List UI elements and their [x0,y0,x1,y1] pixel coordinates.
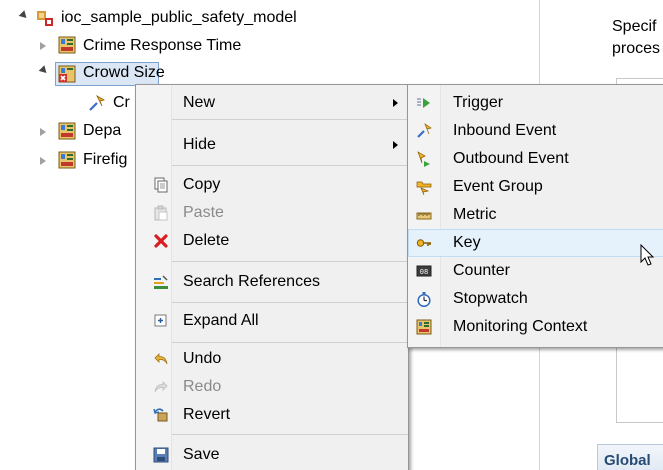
search-references-icon [154,275,168,289]
submenu-item-label: Metric [453,206,497,223]
details-text-line: proces [612,40,661,57]
tree-twisty-collapsed[interactable] [40,128,46,136]
menu-item-label: Delete [183,232,230,249]
monitoring-context-icon [58,151,76,169]
menu-separator [172,434,408,435]
submenu-item-stopwatch[interactable]: Stopwatch [408,285,663,313]
menu-item-label: Save [183,446,220,463]
mouse-cursor-icon [640,244,655,266]
tree-twisty-collapsed[interactable] [40,42,46,50]
monitoring-context-icon [58,36,76,54]
menu-item-expand-all[interactable]: Expand All [136,307,408,335]
menu-item-save[interactable]: Save [136,441,408,469]
stopwatch-icon [417,292,431,307]
tree-twisty-expanded[interactable] [38,65,50,76]
menu-item-delete[interactable]: Delete [136,227,408,255]
menu-item-redo[interactable]: Redo [136,373,408,401]
redo-icon [154,381,168,393]
trigger-icon [417,98,430,108]
delete-icon [154,234,168,248]
expand-all-icon [154,314,167,327]
submenu-arrow-icon [393,99,398,107]
new-submenu: Trigger Inbound Event Outbound Event Eve… [407,84,663,348]
submenu-item-trigger[interactable]: Trigger [408,89,663,117]
submenu-item-label: Trigger [453,94,504,111]
metric-icon [416,212,432,220]
inbound-event-tree-icon [89,94,106,111]
menu-item-search-references[interactable]: Search References [136,268,408,296]
menu-separator [172,342,408,343]
submenu-item-monitoring-context[interactable]: Monitoring Context [408,313,663,341]
svg-text:08: 08 [420,269,428,277]
menu-separator [172,261,408,262]
submenu-item-label: Inbound Event [453,122,557,139]
tree-item-label[interactable]: Firefig [83,150,127,170]
submenu-item-label: Key [453,234,481,251]
submenu-item-event-group[interactable]: Event Group [408,173,663,201]
inbound-event-icon [417,123,432,138]
tree-twisty-collapsed[interactable] [40,157,46,165]
monitoring-context-icon [416,319,432,335]
submenu-item-label: Stopwatch [453,290,528,307]
submenu-item-label: Event Group [453,178,543,195]
menu-item-new[interactable]: New [136,89,408,117]
menu-item-label: Hide [183,136,216,153]
outbound-event-icon [417,151,430,167]
undo-icon [154,353,168,365]
global-section-label: Global [604,452,651,469]
tree-item-label[interactable]: Depa [83,121,121,141]
menu-item-undo[interactable]: Undo [136,345,408,373]
menu-separator [172,119,408,120]
monitoring-context-icon [58,122,76,140]
submenu-item-label: Counter [453,262,510,279]
details-text-line: Specif [612,18,657,35]
model-project-icon [37,11,53,26]
menu-item-revert[interactable]: Revert [136,401,408,429]
monitoring-context-error-icon [58,65,76,83]
menu-item-paste[interactable]: Paste [136,199,408,227]
menu-separator [172,165,408,166]
tree-item-label[interactable]: Crowd Size [83,63,165,83]
menu-item-label: Revert [183,406,231,423]
tree-root-twisty[interactable] [18,10,30,21]
submenu-item-outbound-event[interactable]: Outbound Event [408,145,663,173]
menu-item-label: Expand All [183,312,259,329]
submenu-item-label: Monitoring Context [453,318,588,335]
menu-item-label: Paste [183,204,224,221]
menu-item-hide[interactable]: Hide [136,131,408,159]
menu-item-label: Search References [183,273,320,290]
submenu-item-key[interactable]: Key [408,229,663,257]
submenu-item-counter[interactable]: 08 Counter [408,257,663,285]
menu-item-label: Copy [183,176,221,193]
submenu-item-metric[interactable]: Metric [408,201,663,229]
tree-item-label[interactable]: Cr [113,93,130,113]
submenu-item-label: Outbound Event [453,150,569,167]
event-group-icon [416,181,432,195]
menu-item-copy[interactable]: Copy [136,171,408,199]
counter-icon: 08 [416,265,432,277]
submenu-item-inbound-event[interactable]: Inbound Event [408,117,663,145]
menu-separator [172,302,408,303]
menu-item-label: Redo [183,378,222,395]
context-menu: New Hide Copy Paste Delete Search Refere… [135,84,409,470]
menu-item-label: New [183,94,216,111]
tree-item-label[interactable]: Crime Response Time [83,36,241,56]
save-icon [153,447,169,463]
submenu-arrow-icon [393,141,398,149]
copy-icon [154,177,168,193]
menu-item-label: Undo [183,350,222,367]
paste-icon [154,205,168,221]
key-icon [416,239,431,247]
tree-root-label[interactable]: ioc_sample_public_safety_model [61,8,297,28]
revert-icon [153,408,168,422]
